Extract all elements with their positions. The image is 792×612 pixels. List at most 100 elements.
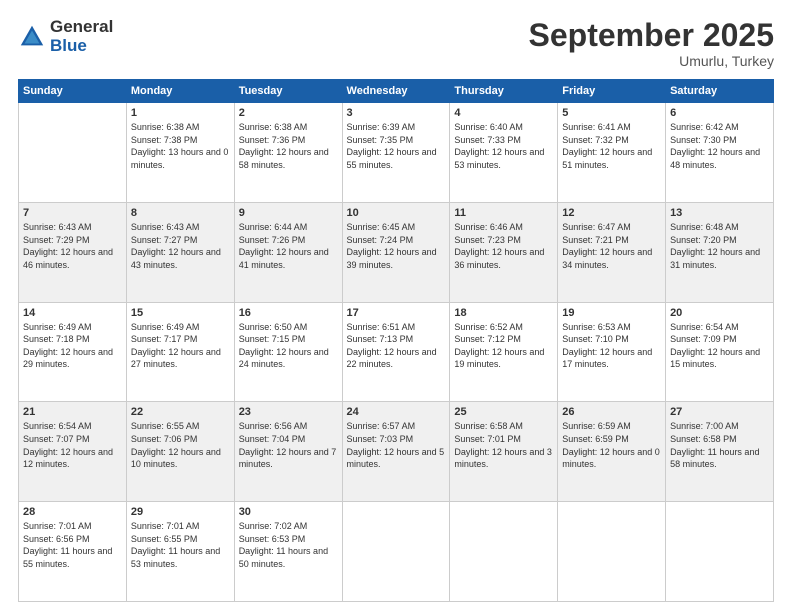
table-row: 20 Sunrise: 6:54 AMSunset: 7:09 PMDayligh… <box>666 302 774 402</box>
title-block: September 2025 Umurlu, Turkey <box>529 18 774 69</box>
day-info: Sunrise: 6:51 AMSunset: 7:13 PMDaylight:… <box>347 321 446 371</box>
header-monday: Monday <box>126 80 234 103</box>
day-info: Sunrise: 6:46 AMSunset: 7:23 PMDaylight:… <box>454 221 553 271</box>
day-number: 2 <box>239 107 338 119</box>
day-info: Sunrise: 6:48 AMSunset: 7:20 PMDaylight:… <box>670 221 769 271</box>
table-row: 13Sunrise: 6:48 AMSunset: 7:20 PMDayligh… <box>666 202 774 302</box>
table-row: 24 Sunrise: 6:57 AMSunset: 7:03 PMDayligh… <box>342 402 450 502</box>
day-info: Sunrise: 6:38 AMSunset: 7:36 PMDaylight:… <box>239 121 338 171</box>
calendar-header-row: Sunday Monday Tuesday Wednesday Thursday… <box>19 80 774 103</box>
header-tuesday: Tuesday <box>234 80 342 103</box>
day-number: 30 <box>239 506 338 518</box>
day-number: 29 <box>131 506 230 518</box>
day-number: 14 <box>23 307 122 319</box>
day-info: Sunrise: 6:52 AMSunset: 7:12 PMDaylight:… <box>454 321 553 371</box>
logo-icon <box>18 23 46 51</box>
calendar-week-row: 14 Sunrise: 6:49 AMSunset: 7:18 PMDayligh… <box>19 302 774 402</box>
table-row: 16 Sunrise: 6:50 AMSunset: 7:15 PMDayligh… <box>234 302 342 402</box>
calendar-week-row: 28 Sunrise: 7:01 AMSunset: 6:56 PMDayligh… <box>19 502 774 602</box>
calendar-table: Sunday Monday Tuesday Wednesday Thursday… <box>18 79 774 602</box>
day-info: Sunrise: 7:02 AMSunset: 6:53 PMDaylight:… <box>239 520 338 570</box>
table-row: 22Sunrise: 6:55 AMSunset: 7:06 PMDayligh… <box>126 402 234 502</box>
day-number: 22 <box>131 406 230 418</box>
day-number: 4 <box>454 107 553 119</box>
table-row: 1 Sunrise: 6:38 AMSunset: 7:38 PMDaylight… <box>126 103 234 203</box>
day-info: Sunrise: 6:49 AMSunset: 7:18 PMDaylight:… <box>23 321 122 371</box>
day-number: 10 <box>347 207 446 219</box>
day-info: Sunrise: 6:54 AMSunset: 7:09 PMDaylight:… <box>670 321 769 371</box>
day-number: 19 <box>562 307 661 319</box>
table-row <box>19 103 127 203</box>
header-saturday: Saturday <box>666 80 774 103</box>
page: General Blue September 2025 Umurlu, Turk… <box>0 0 792 612</box>
table-row: 9 Sunrise: 6:44 AMSunset: 7:26 PMDaylight… <box>234 202 342 302</box>
day-number: 5 <box>562 107 661 119</box>
day-info: Sunrise: 6:42 AMSunset: 7:30 PMDaylight:… <box>670 121 769 171</box>
day-number: 15 <box>131 307 230 319</box>
day-info: Sunrise: 6:43 AMSunset: 7:27 PMDaylight:… <box>131 221 230 271</box>
day-number: 21 <box>23 406 122 418</box>
day-info: Sunrise: 6:38 AMSunset: 7:38 PMDaylight:… <box>131 121 230 171</box>
table-row: 8 Sunrise: 6:43 AMSunset: 7:27 PMDaylight… <box>126 202 234 302</box>
table-row: 14 Sunrise: 6:49 AMSunset: 7:18 PMDayligh… <box>19 302 127 402</box>
day-info: Sunrise: 6:49 AMSunset: 7:17 PMDaylight:… <box>131 321 230 371</box>
table-row <box>342 502 450 602</box>
day-number: 18 <box>454 307 553 319</box>
header-wednesday: Wednesday <box>342 80 450 103</box>
table-row: 21 Sunrise: 6:54 AMSunset: 7:07 PMDayligh… <box>19 402 127 502</box>
day-number: 28 <box>23 506 122 518</box>
day-number: 12 <box>562 207 661 219</box>
day-number: 1 <box>131 107 230 119</box>
day-number: 7 <box>23 207 122 219</box>
day-info: Sunrise: 6:59 AMSunset: 6:59 PMDaylight:… <box>562 420 661 470</box>
header: General Blue September 2025 Umurlu, Turk… <box>18 18 774 69</box>
day-number: 23 <box>239 406 338 418</box>
day-number: 20 <box>670 307 769 319</box>
table-row: 7 Sunrise: 6:43 AMSunset: 7:29 PMDaylight… <box>19 202 127 302</box>
day-number: 25 <box>454 406 553 418</box>
day-info: Sunrise: 6:44 AMSunset: 7:26 PMDaylight:… <box>239 221 338 271</box>
table-row <box>450 502 558 602</box>
table-row: 29 Sunrise: 7:01 AMSunset: 6:55 PMDayligh… <box>126 502 234 602</box>
header-thursday: Thursday <box>450 80 558 103</box>
day-info: Sunrise: 7:01 AMSunset: 6:56 PMDaylight:… <box>23 520 122 570</box>
table-row <box>666 502 774 602</box>
day-info: Sunrise: 6:53 AMSunset: 7:10 PMDaylight:… <box>562 321 661 371</box>
day-number: 11 <box>454 207 553 219</box>
location-subtitle: Umurlu, Turkey <box>529 53 774 69</box>
table-row: 18 Sunrise: 6:52 AMSunset: 7:12 PMDayligh… <box>450 302 558 402</box>
calendar-week-row: 1 Sunrise: 6:38 AMSunset: 7:38 PMDaylight… <box>19 103 774 203</box>
day-info: Sunrise: 6:40 AMSunset: 7:33 PMDaylight:… <box>454 121 553 171</box>
table-row: 4 Sunrise: 6:40 AMSunset: 7:33 PMDaylight… <box>450 103 558 203</box>
table-row: 23 Sunrise: 6:56 AMSunset: 7:04 PMDayligh… <box>234 402 342 502</box>
table-row: 5 Sunrise: 6:41 AMSunset: 7:32 PMDaylight… <box>558 103 666 203</box>
table-row: 30 Sunrise: 7:02 AMSunset: 6:53 PMDayligh… <box>234 502 342 602</box>
day-number: 9 <box>239 207 338 219</box>
header-sunday: Sunday <box>19 80 127 103</box>
table-row: 11 Sunrise: 6:46 AMSunset: 7:23 PMDayligh… <box>450 202 558 302</box>
day-info: Sunrise: 7:00 AMSunset: 6:58 PMDaylight:… <box>670 420 769 470</box>
day-info: Sunrise: 6:54 AMSunset: 7:07 PMDaylight:… <box>23 420 122 470</box>
day-info: Sunrise: 6:43 AMSunset: 7:29 PMDaylight:… <box>23 221 122 271</box>
table-row: 15 Sunrise: 6:49 AMSunset: 7:17 PMDayligh… <box>126 302 234 402</box>
day-info: Sunrise: 6:45 AMSunset: 7:24 PMDaylight:… <box>347 221 446 271</box>
day-info: Sunrise: 6:39 AMSunset: 7:35 PMDaylight:… <box>347 121 446 171</box>
day-number: 16 <box>239 307 338 319</box>
day-number: 8 <box>131 207 230 219</box>
table-row: 28 Sunrise: 7:01 AMSunset: 6:56 PMDayligh… <box>19 502 127 602</box>
day-info: Sunrise: 6:50 AMSunset: 7:15 PMDaylight:… <box>239 321 338 371</box>
day-info: Sunrise: 6:47 AMSunset: 7:21 PMDaylight:… <box>562 221 661 271</box>
day-number: 3 <box>347 107 446 119</box>
day-number: 26 <box>562 406 661 418</box>
day-info: Sunrise: 6:41 AMSunset: 7:32 PMDaylight:… <box>562 121 661 171</box>
day-info: Sunrise: 6:56 AMSunset: 7:04 PMDaylight:… <box>239 420 338 470</box>
table-row: 10 Sunrise: 6:45 AMSunset: 7:24 PMDayligh… <box>342 202 450 302</box>
day-number: 24 <box>347 406 446 418</box>
day-number: 27 <box>670 406 769 418</box>
month-title: September 2025 <box>529 18 774 53</box>
table-row: 27 Sunrise: 7:00 AMSunset: 6:58 PMDayligh… <box>666 402 774 502</box>
header-friday: Friday <box>558 80 666 103</box>
day-info: Sunrise: 7:01 AMSunset: 6:55 PMDaylight:… <box>131 520 230 570</box>
table-row: 19 Sunrise: 6:53 AMSunset: 7:10 PMDayligh… <box>558 302 666 402</box>
day-info: Sunrise: 6:57 AMSunset: 7:03 PMDaylight:… <box>347 420 446 470</box>
